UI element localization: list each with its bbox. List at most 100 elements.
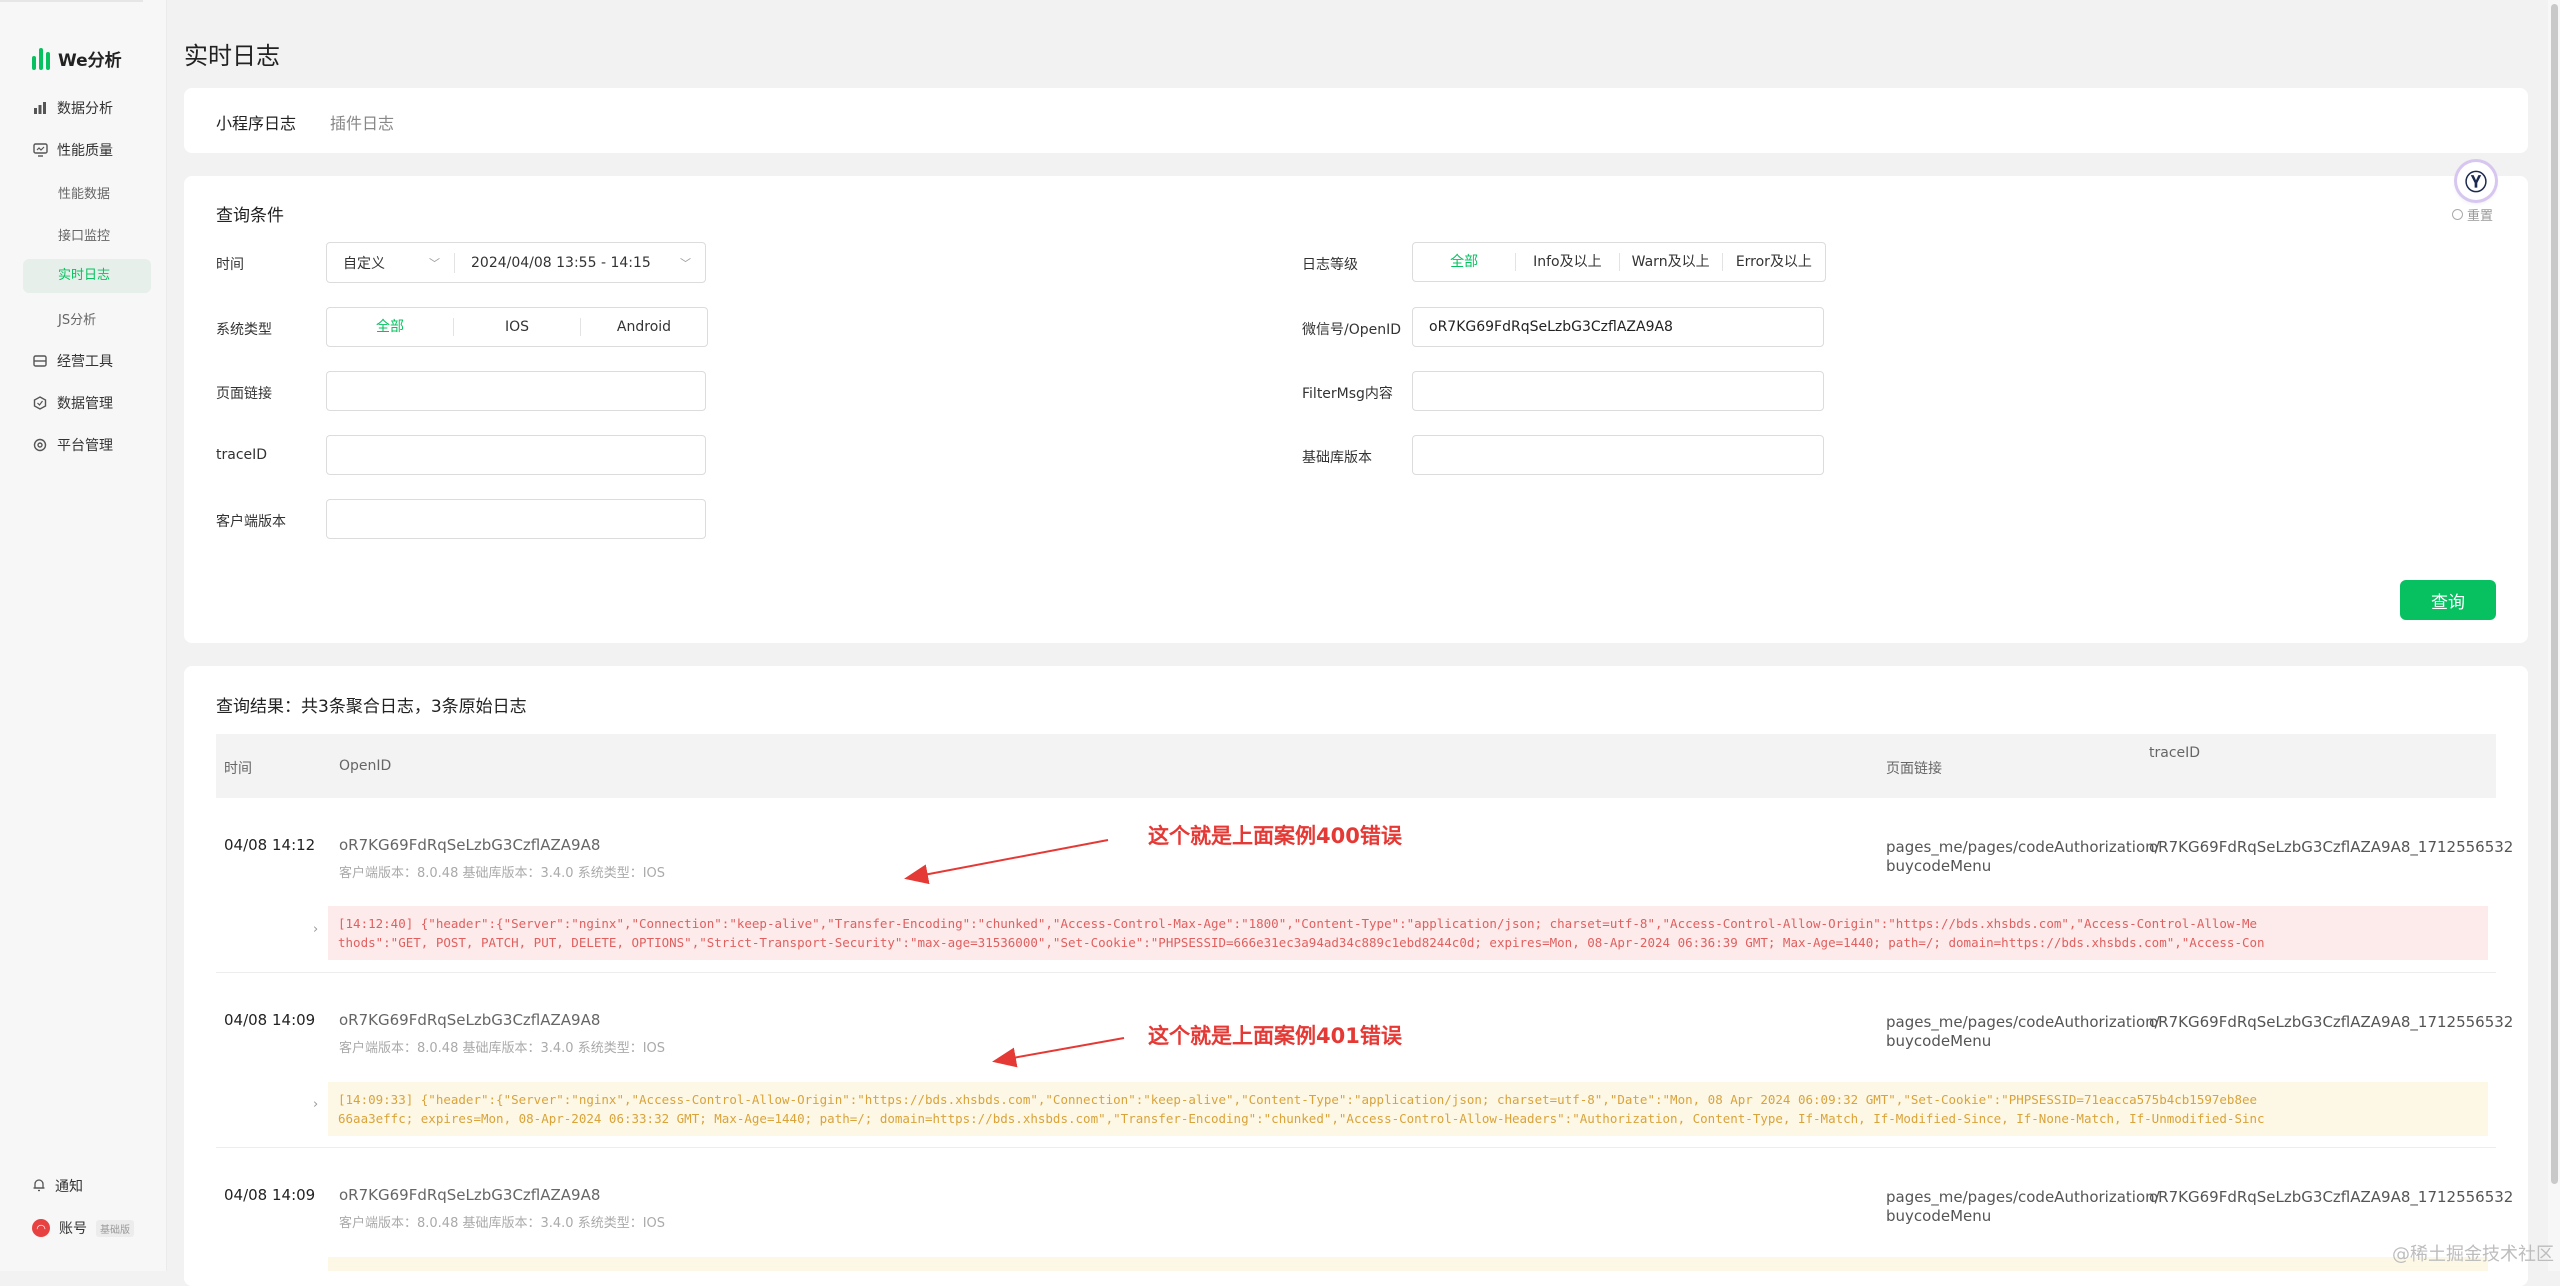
system-option-all[interactable]: 全部 [327,318,454,336]
reset-label: 重置 [2467,209,2494,224]
row-openid: oR7KG69FdRqSeLzbG3CzflAZA9A8 [339,1186,601,1204]
chevron-down-icon: ﹀ [680,256,691,270]
time-range-picker[interactable]: 自定义 ﹀ 2024/04/08 13:55 - 14:15 ﹀ [326,242,706,283]
sidebar-sub-performance-data[interactable]: 性能数据 [58,183,110,202]
notify-link[interactable]: 通知 [32,1176,83,1196]
row-divider [216,972,2496,973]
time-label: 时间 [216,257,244,273]
system-option-android[interactable]: Android [581,318,707,336]
log-line: 66aa3effc; expires=Mon, 08-Apr-2024 06:3… [338,1111,2265,1126]
level-option-warn[interactable]: Warn及以上 [1620,253,1723,271]
trace-id-input[interactable] [326,435,706,475]
sidebar-item-platform-management[interactable]: 平台管理 [32,435,113,455]
sidebar-sub-realtime-log[interactable]: 实时日志 [23,259,151,293]
column-header-page-link: 页面链接 [1886,761,1942,777]
level-option-error[interactable]: Error及以上 [1723,253,1825,271]
client-version-input[interactable] [326,499,706,539]
bell-icon [32,1177,46,1196]
account-plan-badge: 基础版 [96,1219,134,1237]
watermark: @稀土掘金技术社区 [2392,1244,2554,1265]
page-link-label: 页面链接 [216,386,272,402]
reset-button[interactable]: 重置 [2452,205,2493,224]
sidebar-item-business-tools[interactable]: 经营工具 [32,351,113,371]
row-page-line: buycodeMenu [1886,1207,1992,1225]
logo-text: We分析 [58,51,122,71]
account-label: 账号 [59,1221,87,1237]
log-line: thods":"GET, POST, PATCH, PUT, DELETE, O… [338,935,2265,950]
tab-miniprogram-log[interactable]: 小程序日志 [216,110,296,134]
system-type-segmented[interactable]: 全部 IOS Android [326,307,708,347]
log-detail-warn[interactable]: [14:09:33] {"header":{"Server":"nginx","… [328,1082,2488,1136]
row-page-link: pages_me/pages/codeAuthorization/ buycod… [1886,1013,2160,1051]
openid-input[interactable]: oR7KG69FdRqSeLzbG3CzflAZA9A8 [1412,307,1824,347]
level-option-all[interactable]: 全部 [1413,253,1517,271]
system-option-ios[interactable]: IOS [454,318,581,336]
time-mode-select[interactable]: 自定义 ﹀ [327,252,455,273]
monitor-icon [32,142,48,158]
row-page-line: pages_me/pages/codeAuthorization/ [1886,1013,2160,1031]
sidebar-item-label: 经营工具 [57,354,113,370]
row-divider [216,1147,2496,1148]
row-page-link: pages_me/pages/codeAuthorization/ buycod… [1886,838,2160,876]
logo-icon [32,47,50,70]
sidebar-item-data-management[interactable]: 数据管理 [32,393,113,413]
row-openid: oR7KG69FdRqSeLzbG3CzflAZA9A8 [339,1011,601,1029]
toolbox-icon [32,353,48,369]
scrollbar-thumb[interactable] [2551,4,2558,1184]
openid-label: 微信号/OpenID [1302,322,1402,338]
floating-assistant-icon[interactable]: Ⓨ [2457,162,2495,200]
gear-icon [32,437,48,453]
row-time: 04/08 14:09 [224,1186,316,1204]
results-summary: 查询结果：共3条聚合日志，3条原始日志 [216,697,527,717]
annotation-400-error: 这个就是上面案例400错误 [1148,824,1402,848]
sidebar-item-data-analysis[interactable]: 数据分析 [32,98,113,118]
row-meta: 客户端版本：8.0.48 基础库版本：3.4.0 系统类型：IOS [339,1216,666,1231]
sidebar-top-divider [0,0,143,2]
log-level-segmented[interactable]: 全部 Info及以上 Warn及以上 Error及以上 [1412,242,1826,282]
sidebar-item-label: 平台管理 [57,438,113,454]
expand-log-icon[interactable]: › [313,922,318,937]
reset-icon [2452,209,2463,220]
log-detail-warn[interactable] [328,1257,2488,1271]
level-option-info[interactable]: Info及以上 [1516,253,1620,271]
trace-id-label: traceID [216,447,268,463]
column-header-trace-id: traceID [2149,745,2201,761]
lib-version-input[interactable] [1412,435,1824,475]
account-link[interactable]: ◠ 账号 基础版 [32,1218,134,1238]
row-trace-id: oR7KG69FdRqSeLzbG3CzflAZA9A8_1712556532 [2149,1188,2514,1206]
row-page-link: pages_me/pages/codeAuthorization/ buycod… [1886,1188,2160,1226]
app-logo[interactable]: We分析 [32,46,122,71]
notify-label: 通知 [55,1179,83,1195]
row-time: 04/08 14:12 [224,836,316,854]
filtermsg-input[interactable] [1412,371,1824,411]
row-time: 04/08 14:09 [224,1011,316,1029]
page-link-input[interactable] [326,371,706,411]
date-range-value: 2024/04/08 13:55 - 14:15 [471,254,651,271]
sidebar-sub-api-monitor[interactable]: 接口监控 [58,225,110,244]
log-type-tabs: 小程序日志 插件日志 [184,88,2528,153]
tab-plugin-log[interactable]: 插件日志 [330,110,394,134]
client-version-label: 客户端版本 [216,514,286,530]
expand-log-icon[interactable]: › [313,1097,318,1112]
date-range-field[interactable]: 2024/04/08 13:55 - 14:15 ﹀ [455,255,705,271]
row-page-line: buycodeMenu [1886,1032,1992,1050]
query-button[interactable]: 查询 [2400,580,2496,620]
time-mode-value: 自定义 [343,255,385,272]
sidebar-item-label: 性能质量 [57,143,113,159]
row-openid: oR7KG69FdRqSeLzbG3CzflAZA9A8 [339,836,601,854]
annotation-401-error: 这个就是上面案例401错误 [1148,1024,1402,1048]
page-title: 实时日志 [184,42,280,70]
log-line: [14:12:40] {"header":{"Server":"nginx","… [338,916,2258,931]
sidebar-item-label: 数据管理 [57,396,113,412]
sidebar: We分析 数据分析 性能质量 性能数据 接口监控 实时日志 JS分析 经营工具 … [0,0,167,1271]
sidebar-sub-js-analysis[interactable]: JS分析 [58,309,96,328]
log-detail-error[interactable]: [14:12:40] {"header":{"Server":"nginx","… [328,906,2488,960]
avatar: ◠ [32,1219,50,1237]
query-title: 查询条件 [216,206,284,226]
sidebar-item-performance[interactable]: 性能质量 [32,140,113,160]
row-meta: 客户端版本：8.0.48 基础库版本：3.4.0 系统类型：IOS [339,866,666,881]
row-page-line: pages_me/pages/codeAuthorization/ [1886,1188,2160,1206]
row-page-line: buycodeMenu [1886,857,1992,875]
filtermsg-label: FilterMsg内容 [1302,386,1393,402]
sidebar-item-label: 数据分析 [57,101,113,117]
